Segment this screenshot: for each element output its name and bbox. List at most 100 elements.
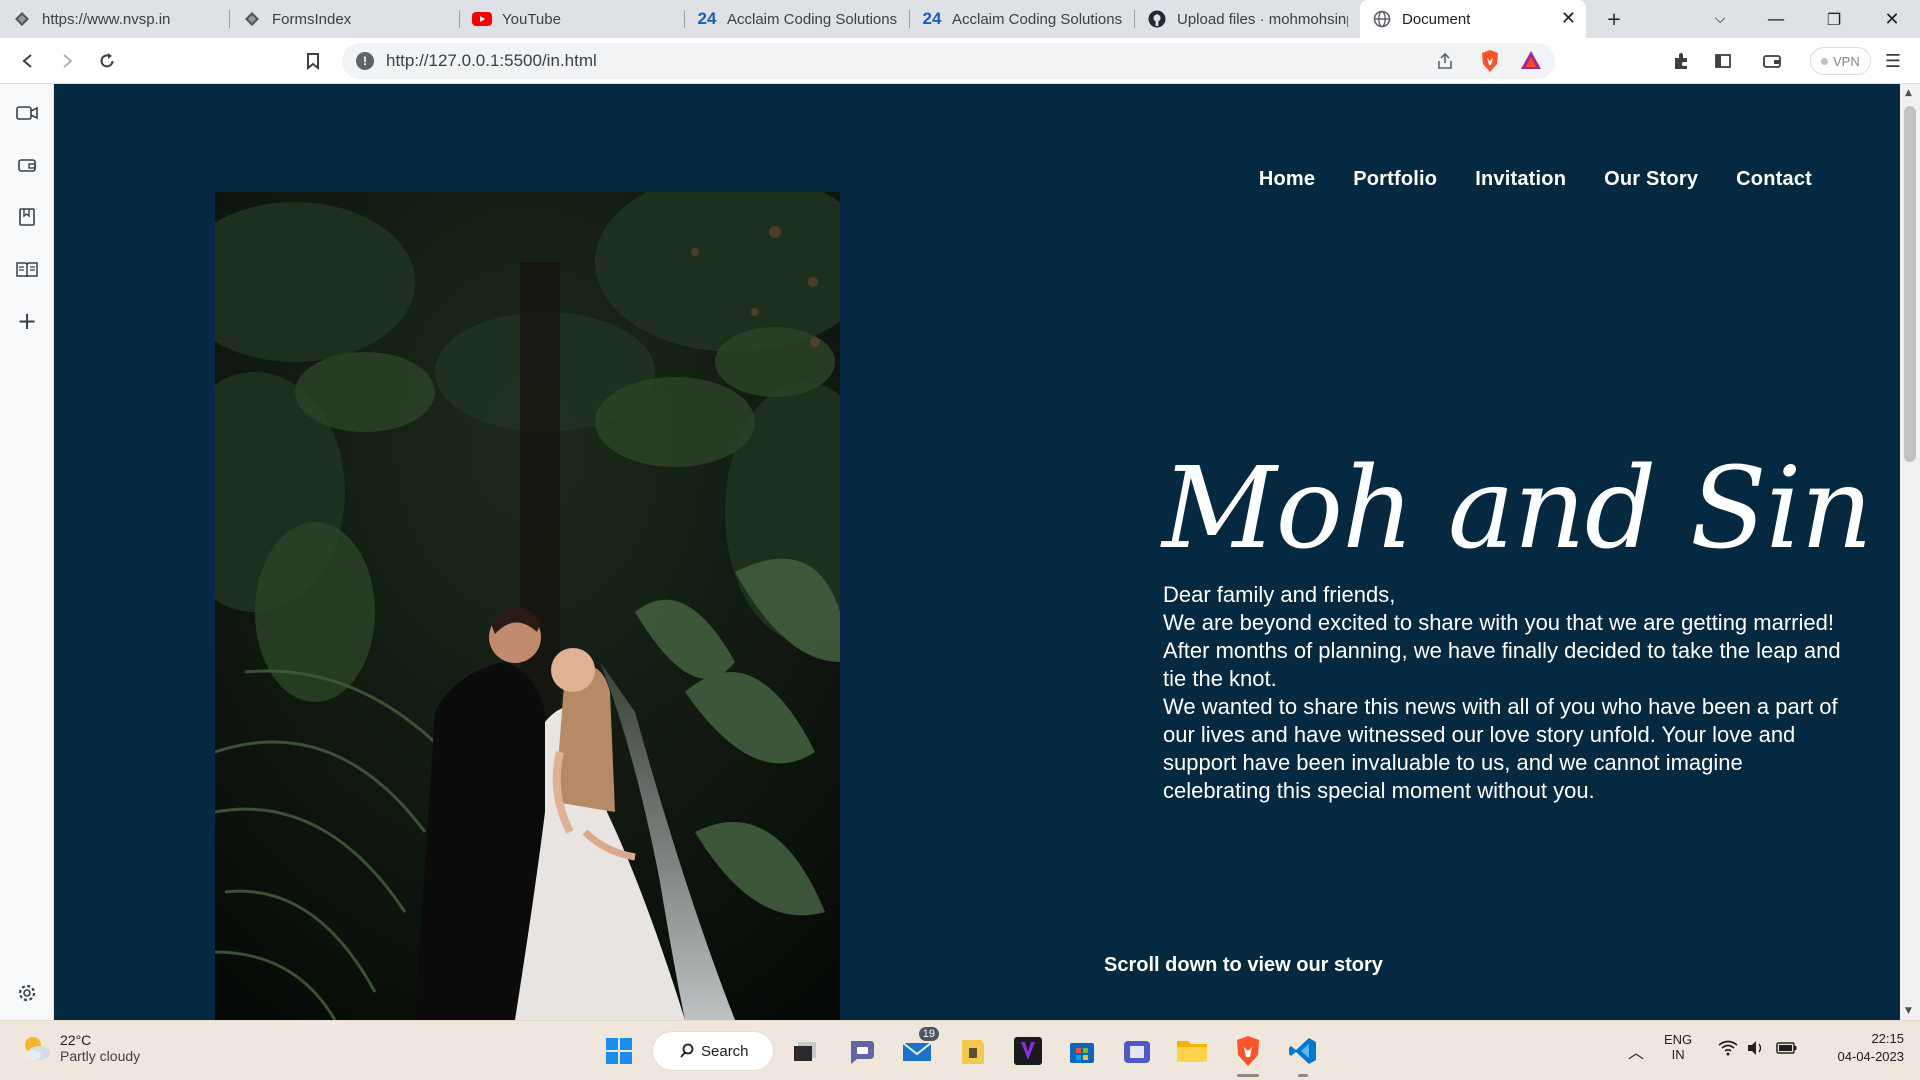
couple-names-heading: Moh and Sin [1162, 444, 1873, 574]
scroll-hint[interactable]: Scroll down to view our story [1104, 954, 1383, 977]
sidebar-toggle-button[interactable] [1708, 46, 1738, 76]
tab-document[interactable]: Document ✕ [1360, 0, 1586, 38]
predator-sense-icon [1014, 1037, 1042, 1065]
window-close-button[interactable]: ✕ [1864, 0, 1920, 38]
windows-taskbar: 22°C Partly cloudy Search 19 ︿ ENG IN 22… [0, 1020, 1920, 1080]
clock-date: 04-04-2023 [1837, 1049, 1905, 1064]
gear-icon[interactable] [14, 980, 40, 1006]
weather-widget[interactable]: 22°C Partly cloudy [20, 1032, 140, 1064]
chat-app[interactable] [842, 1031, 882, 1071]
share-icon[interactable] [1435, 51, 1455, 75]
windows-icon [606, 1038, 632, 1064]
scrollbar-thumb[interactable] [1904, 106, 1916, 462]
reload-button[interactable] [92, 46, 122, 76]
wallet-button[interactable] [1757, 46, 1787, 76]
back-arrow-icon [22, 54, 32, 68]
menu-button[interactable]: ☰ [1878, 46, 1908, 76]
nav-portfolio[interactable]: Portfolio [1353, 168, 1437, 191]
close-icon[interactable]: ✕ [1561, 8, 1576, 29]
hamburger-icon: ☰ [1884, 50, 1902, 72]
mail-icon [902, 1042, 932, 1061]
tab-youtube[interactable]: YouTube [460, 0, 685, 38]
page-viewport: Home Portfolio Invitation Our Story Cont… [54, 84, 1900, 1020]
vpn-button[interactable]: VPN [1810, 47, 1871, 75]
store-app[interactable] [1062, 1031, 1102, 1071]
tab-acclaim-1[interactable]: 24 Acclaim Coding Solutions [685, 0, 910, 38]
game-app[interactable] [1008, 1031, 1048, 1071]
battery-icon[interactable] [1776, 1041, 1798, 1058]
browser-toolbar: ! http://127.0.0.1:5500/in.html VPN ☰ [0, 38, 1920, 84]
brave-app[interactable] [1228, 1031, 1268, 1077]
tab-github[interactable]: Upload files · mohmohsinp [1135, 0, 1360, 38]
restore-button[interactable]: ❐ [1806, 0, 1862, 38]
scroll-up-icon[interactable]: ▲ [1905, 88, 1912, 98]
clock-time: 22:15 [1871, 1031, 1904, 1046]
weather-temp: 22°C [60, 1032, 92, 1048]
tab-label: Acclaim Coding Solutions [952, 10, 1123, 28]
reading-list-icon[interactable] [14, 256, 40, 282]
brave-rewards-icon[interactable] [1519, 49, 1543, 75]
teams-app[interactable] [1117, 1031, 1157, 1071]
forward-button[interactable] [52, 46, 82, 76]
partly-cloudy-icon [25, 1037, 50, 1060]
address-bar[interactable]: ! http://127.0.0.1:5500/in.html [342, 43, 1555, 79]
nav-our-story[interactable]: Our Story [1604, 168, 1698, 191]
search-label: Search [701, 1042, 749, 1060]
new-tab-button[interactable]: + [1586, 0, 1642, 38]
minimize-button[interactable]: — [1748, 0, 1804, 38]
vscode-icon [1289, 1038, 1316, 1064]
chevron-up-icon[interactable]: ︿ [1628, 1039, 1644, 1063]
teams-icon [1124, 1041, 1150, 1063]
chevron-down-icon[interactable]: ⌵ [1692, 0, 1748, 38]
mail-app[interactable]: 19 [897, 1027, 939, 1071]
folder-icon [1177, 1041, 1207, 1062]
site-info-icon[interactable]: ! [356, 52, 374, 70]
tab-label: Document [1402, 10, 1471, 28]
puzzle-icon [1675, 53, 1687, 69]
extensions-button[interactable] [1667, 46, 1697, 76]
page-scrollbar[interactable]: ▲ ▼ [1900, 84, 1920, 1020]
message-paragraph-2: We wanted to share this news with all of… [1163, 694, 1838, 803]
vscode-app[interactable] [1283, 1031, 1323, 1077]
youtube-icon [472, 9, 492, 29]
weather-condition: Partly cloudy [60, 1048, 141, 1064]
tab-formsindex[interactable]: FormsIndex [230, 0, 460, 38]
url-text[interactable]: http://127.0.0.1:5500/in.html [386, 51, 597, 71]
file-explorer-app[interactable] [1172, 1031, 1212, 1071]
sticky-app[interactable] [953, 1031, 993, 1071]
task-view-button[interactable] [785, 1031, 825, 1071]
tab-nvsp[interactable]: https://www.nvsp.in [0, 0, 230, 38]
teams-chat-icon [851, 1041, 874, 1064]
bookmarks-icon[interactable] [14, 204, 40, 230]
nav-home[interactable]: Home [1259, 168, 1315, 191]
forms-icon [12, 9, 32, 29]
wallet-icon[interactable] [14, 152, 40, 178]
bookmark-button[interactable] [298, 46, 328, 76]
video-call-icon[interactable] [14, 100, 40, 126]
scroll-down-icon[interactable]: ▼ [1905, 1006, 1912, 1016]
forward-arrow-icon [63, 54, 73, 68]
task-view-icon [794, 1042, 816, 1061]
tab-acclaim-2[interactable]: 24 Acclaim Coding Solutions [910, 0, 1135, 38]
back-button[interactable] [13, 46, 43, 76]
tab-strip: https://www.nvsp.in FormsIndex YouTube 2… [0, 0, 1920, 38]
tab-label: https://www.nvsp.in [42, 10, 171, 28]
nav-invitation[interactable]: Invitation [1475, 168, 1566, 191]
search-icon [680, 1043, 694, 1058]
clock[interactable]: 22:15 04-04-2023 [1814, 1031, 1905, 1064]
globe-icon [1372, 9, 1392, 29]
wifi-icon[interactable] [1718, 1040, 1738, 1059]
add-icon[interactable]: + [14, 307, 40, 335]
brave-shields-icon[interactable] [1479, 49, 1501, 77]
start-button[interactable] [599, 1031, 639, 1071]
taskbar-search[interactable]: Search [652, 1031, 774, 1071]
tab-label: Acclaim Coding Solutions [727, 10, 898, 28]
mail-badge: 19 [918, 1027, 939, 1041]
tab-label: FormsIndex [272, 10, 352, 28]
github-icon [1147, 9, 1167, 29]
language-indicator[interactable]: ENG IN [1664, 1032, 1692, 1062]
microsoft-store-icon [1070, 1043, 1094, 1063]
bookmark-icon [307, 53, 319, 70]
volume-icon[interactable] [1746, 1040, 1764, 1059]
nav-contact[interactable]: Contact [1736, 168, 1812, 191]
